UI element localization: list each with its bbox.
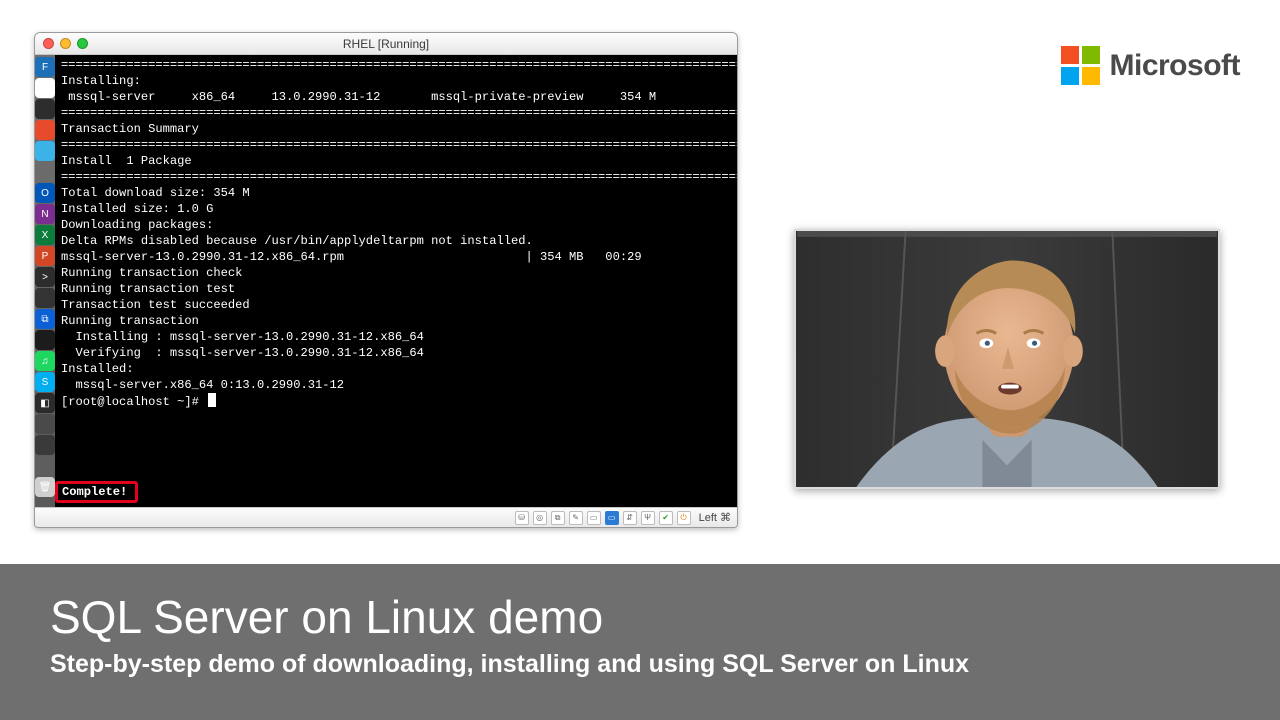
terminal-line: Downloading packages: — [61, 217, 738, 233]
terminal-line: mssql-server.x86_64 0:13.0.2990.31-12 — [61, 377, 738, 393]
terminal-divider: ========================================… — [61, 137, 738, 153]
vm-statusbar: ⛁ ◎ ⧉ ✎ ▭ ▭ ⇵ Ψ ✔ ⏻ Left ⌘ — [35, 507, 737, 527]
statusbar-usb-icon[interactable]: Ψ — [641, 511, 655, 525]
window-titlebar[interactable]: RHEL [Running] — [35, 33, 737, 55]
dock-app-icon[interactable]: > — [35, 267, 55, 287]
terminal-divider: ========================================… — [61, 57, 738, 73]
host-key-label: Left ⌘ — [699, 511, 731, 524]
dock-app-icon[interactable]: N — [35, 204, 55, 224]
window-controls — [43, 38, 88, 49]
terminal-line: mssql-server x86_64 13.0.2990.31-12 mssq… — [61, 89, 738, 105]
dock-app-icon[interactable] — [35, 120, 55, 140]
dock-app-icon[interactable]: ♫ — [35, 351, 55, 371]
statusbar-network-icon[interactable]: ⇵ — [623, 511, 637, 525]
close-icon[interactable] — [43, 38, 54, 49]
terminal-line: Running transaction test — [61, 281, 738, 297]
dock-app-icon[interactable] — [35, 162, 55, 182]
microsoft-logo-tiles — [1061, 46, 1100, 85]
logo-tile — [1061, 46, 1079, 64]
dock-app-icon[interactable] — [35, 414, 55, 434]
terminal-line: Installed size: 1.0 G — [61, 201, 738, 217]
dock-app-icon[interactable]: ◧ — [35, 393, 55, 413]
window-title: RHEL [Running] — [343, 37, 429, 51]
dock-app-icon[interactable]: ⧉ — [35, 309, 55, 329]
minimize-icon[interactable] — [60, 38, 71, 49]
terminal-divider: ========================================… — [61, 169, 738, 185]
terminal-line: Installing : mssql-server-13.0.2990.31-1… — [61, 329, 738, 345]
dock-app-icon[interactable]: F — [35, 57, 55, 77]
dock-app-icon[interactable]: 🗑 — [35, 477, 55, 497]
title-banner: SQL Server on Linux demo Step-by-step de… — [0, 564, 1280, 720]
dock-app-icon[interactable] — [35, 99, 55, 119]
terminal-line: Installing: — [61, 73, 738, 89]
logo-tile — [1082, 67, 1100, 85]
microsoft-wordmark: Microsoft — [1110, 49, 1241, 83]
statusbar-power-icon[interactable]: ⏻ — [677, 511, 691, 525]
statusbar-clipboard-icon[interactable]: ⧉ — [551, 511, 565, 525]
statusbar-disk-icon[interactable]: ⛁ — [515, 511, 529, 525]
dock-app-icon[interactable]: S — [35, 372, 55, 392]
statusbar-optical-icon[interactable]: ◎ — [533, 511, 547, 525]
dock-app-icon[interactable]: O — [35, 183, 55, 203]
vm-window: RHEL [Running] F ONXP> ⧉ ♫S◧ 🗑 =============… — [34, 32, 738, 528]
dock-app-icon[interactable]: P — [35, 246, 55, 266]
statusbar-check-icon[interactable]: ✔ — [659, 511, 673, 525]
terminal[interactable]: ========================================… — [55, 55, 738, 507]
microsoft-logo: Microsoft — [1061, 46, 1241, 85]
statusbar-pencil-icon[interactable]: ✎ — [569, 511, 583, 525]
banner-subtitle: Step-by-step demo of downloading, instal… — [50, 650, 1230, 679]
dock-app-icon[interactable] — [35, 456, 55, 476]
complete-highlight: Complete! — [55, 481, 138, 503]
terminal-line: Installed: — [61, 361, 738, 377]
logo-tile — [1061, 67, 1079, 85]
banner-title: SQL Server on Linux demo — [50, 590, 1230, 644]
terminal-line: Install 1 Package — [61, 153, 738, 169]
presenter-video — [794, 229, 1220, 489]
terminal-line: Total download size: 354 M — [61, 185, 738, 201]
terminal-prompt[interactable]: [root@localhost ~]# — [61, 393, 738, 410]
terminal-line: Verifying : mssql-server-13.0.2990.31-12… — [61, 345, 738, 361]
terminal-line: Running transaction check — [61, 265, 738, 281]
maximize-icon[interactable] — [77, 38, 88, 49]
terminal-line: mssql-server-13.0.2990.31-12.x86_64.rpm … — [61, 249, 738, 265]
dock-app-icon[interactable] — [35, 288, 55, 308]
terminal-divider: ========================================… — [61, 105, 738, 121]
macos-dock: F ONXP> ⧉ ♫S◧ 🗑 — [35, 55, 55, 507]
presenter-illustration — [796, 231, 1218, 487]
dock-app-icon[interactable] — [35, 330, 55, 350]
logo-tile — [1082, 46, 1100, 64]
dock-app-icon[interactable] — [35, 78, 55, 98]
dock-app-icon[interactable] — [35, 141, 55, 161]
statusbar-display-icon[interactable]: ▭ — [605, 511, 619, 525]
dock-app-icon[interactable]: X — [35, 225, 55, 245]
terminal-line: Running transaction — [61, 313, 738, 329]
terminal-line: Delta RPMs disabled because /usr/bin/app… — [61, 233, 738, 249]
complete-label: Complete! — [62, 484, 127, 500]
dock-app-icon[interactable] — [35, 435, 55, 455]
statusbar-folder-icon[interactable]: ▭ — [587, 511, 601, 525]
video-frame: Microsoft RHEL [Running] F ONXP> ⧉ ♫S◧ 🗑 ===… — [0, 0, 1280, 720]
terminal-line: Transaction test succeeded — [61, 297, 738, 313]
terminal-line: Transaction Summary — [61, 121, 738, 137]
vm-body: F ONXP> ⧉ ♫S◧ 🗑 ============================… — [35, 55, 737, 507]
cursor-icon — [208, 393, 216, 407]
